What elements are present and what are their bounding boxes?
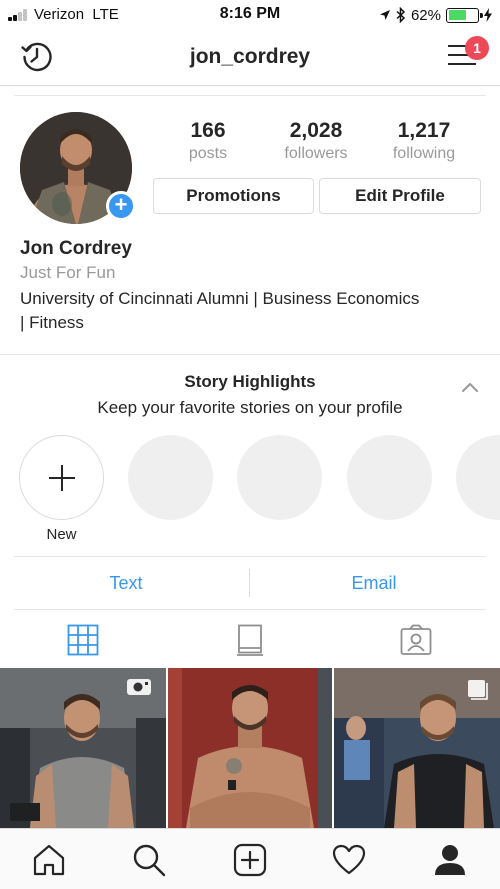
bottom-nav-bar [0, 828, 500, 889]
bio-line: | Fitness [20, 313, 84, 332]
new-highlight-button[interactable] [19, 435, 104, 520]
search-icon[interactable] [132, 843, 166, 877]
new-post-icon[interactable] [233, 843, 267, 877]
text-contact-button[interactable]: Text [8, 573, 244, 594]
notification-badge[interactable]: 1 [465, 36, 489, 60]
location-arrow-icon [379, 10, 390, 20]
profile-full-name: Jon Cordrey [20, 238, 132, 259]
section-divider [14, 609, 486, 610]
profile-category: Just For Fun [20, 263, 116, 282]
post-thumbnail [168, 668, 332, 828]
battery-icon [446, 7, 483, 23]
edit-profile-button[interactable]: Edit Profile [319, 178, 481, 214]
highlight-placeholder [456, 435, 500, 520]
igtv-icon[interactable] [234, 624, 266, 656]
top-nav: jon_cordrey [0, 30, 500, 86]
highlight-placeholder [237, 435, 322, 520]
charging-bolt-icon [484, 8, 492, 22]
header-divider [14, 95, 486, 96]
profile-username-title: jon_cordrey [189, 45, 311, 68]
posts-stat[interactable]: 166 posts [166, 119, 250, 163]
highlight-placeholder [347, 435, 432, 520]
contact-divider [249, 569, 250, 597]
battery-percent: 62% [410, 6, 441, 24]
promotions-button[interactable]: Promotions [153, 178, 314, 214]
carousel-icon [468, 680, 488, 700]
new-highlight-label: New [46, 526, 77, 543]
bio-line: University of Cincinnati Alumni | Busine… [20, 289, 420, 308]
status-bar: Verizon LTE 8:16 PM 62% [0, 0, 500, 30]
tagged-icon[interactable] [400, 624, 432, 656]
highlight-placeholder [128, 435, 213, 520]
grid-post-video[interactable] [0, 668, 166, 828]
grid-icon[interactable] [67, 624, 99, 656]
plus-icon [49, 465, 75, 491]
add-story-plus-icon[interactable]: + [106, 191, 136, 221]
bluetooth-icon [396, 7, 406, 23]
activity-heart-icon[interactable] [332, 843, 366, 877]
grid-post-multi[interactable] [334, 668, 500, 828]
chevron-up-icon[interactable] [460, 380, 480, 394]
home-icon[interactable] [32, 843, 66, 877]
section-divider [0, 354, 500, 355]
highlights-title: Story Highlights [184, 372, 316, 391]
following-stat[interactable]: 1,217 following [382, 119, 466, 163]
video-camera-icon [127, 679, 151, 695]
email-contact-button[interactable]: Email [256, 573, 492, 594]
highlights-subtitle: Keep your favorite stories on your profi… [97, 398, 403, 417]
section-divider [14, 556, 486, 557]
grid-post-photo[interactable] [168, 668, 332, 828]
profile-icon[interactable] [433, 843, 467, 877]
profile-bio: University of Cincinnati Alumni | Busine… [20, 287, 490, 335]
followers-stat[interactable]: 2,028 followers [270, 119, 362, 163]
